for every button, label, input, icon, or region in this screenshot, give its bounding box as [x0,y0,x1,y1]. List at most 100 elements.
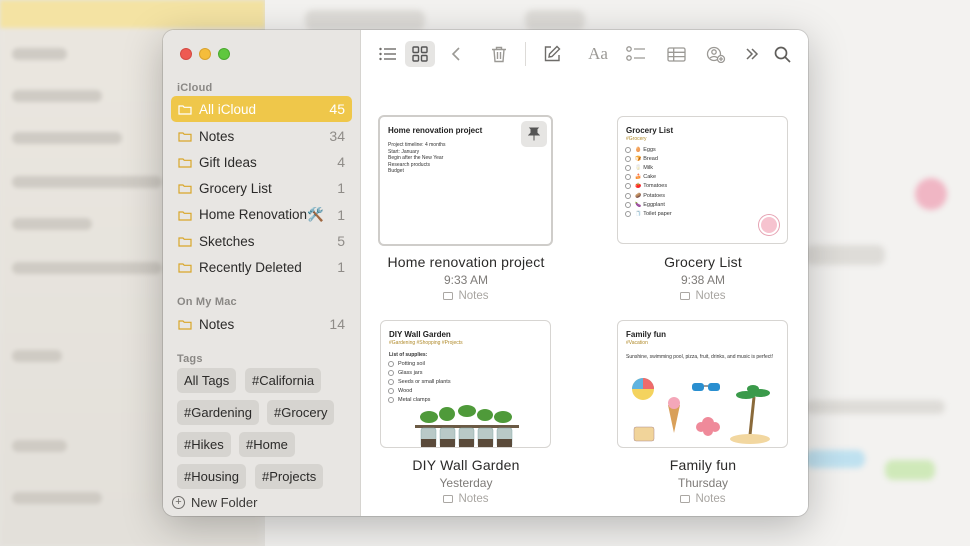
folder-icon [178,210,192,221]
note-card-family-fun[interactable]: Family fun #Vacation Sunshine, swimming … [617,320,788,448]
preview-title: Grocery List [626,126,674,135]
text-format-icon: Aa [588,44,608,63]
note-title: DIY Wall Garden [412,457,520,473]
pin-icon [528,127,540,141]
plant-jars-image [415,405,519,447]
note-card-grocery-list[interactable]: Grocery List #Grocery 🥚 Eggs 🍞 Bread 🥛 Milk… [617,116,788,244]
folder-icon [178,236,192,247]
folder-name: Recently Deleted [199,259,302,275]
tag-hikes[interactable]: #Hikes [177,432,231,457]
note-card-diy-wall-garden[interactable]: DIY Wall Garden #Gardening #Shopping #Pr… [380,320,551,448]
sidebar-item-mac-notes[interactable]: Notes 14 [171,311,352,337]
sidebar-item-sketches[interactable]: Sketches 5 [171,228,352,254]
new-folder-button[interactable]: + New Folder [172,495,257,510]
folder-icon [443,292,454,300]
folder-icon [443,495,454,503]
chevron-double-right-icon [746,48,759,60]
folder-count: 5 [337,233,345,249]
preview-list-title: List of supplies: [389,352,428,358]
toolbar-divider [525,42,526,66]
sidebar-item-home-renovation[interactable]: Home Renovation🛠️ 1 [171,202,352,228]
checklist-item: Wood [398,388,413,395]
preview-tags: #Grocery [626,136,647,142]
folder-name: Notes [199,128,235,144]
checklist-button[interactable] [621,41,651,67]
note-label-diy-wall-garden[interactable]: DIY Wall Garden Yesterday Notes [376,457,556,505]
note-title: Grocery List [664,254,742,270]
tag-all-tags[interactable]: All Tags [177,368,237,393]
tag-gardening[interactable]: #Gardening [177,400,259,425]
search-icon [774,46,791,63]
note-folder-name: Notes [695,290,726,302]
note-folder-name: Notes [695,493,726,505]
minimize-button[interactable] [199,48,211,60]
preview-checklist: Potting soil Glass jars Seeds or small p… [388,359,451,405]
note-folder: Notes [613,290,793,302]
note-title: Family fun [669,457,737,473]
compose-button[interactable] [537,41,567,67]
checklist-item: Bread [643,155,658,162]
folder-count: 1 [337,259,345,275]
folder-name: Sketches [199,233,255,249]
format-button[interactable]: Aa [583,41,613,67]
sidebar: iCloud All iCloud 45 Notes 34 Gift Ideas… [163,30,361,516]
more-button[interactable] [737,41,767,67]
folder-name: Home Renovation🛠️ [199,207,324,222]
note-label-home-renovation[interactable]: Home renovation project 9:33 AM Notes [376,254,556,302]
checklist-item: Tomatoes [643,183,668,190]
preview-line: Project timeline: 4 months [388,142,446,148]
note-folder-name: Notes [458,290,489,302]
note-card-home-renovation[interactable]: Home renovation project Project timeline… [378,115,553,246]
sidebar-item-grocery-list[interactable]: Grocery List 1 [171,175,352,201]
sidebar-item-all-icloud[interactable]: All iCloud 45 [171,96,352,122]
section-label-on-my-mac: On My Mac [177,296,237,308]
folder-name: Grocery List [199,180,272,196]
pin-button[interactable] [521,121,547,147]
tag-california[interactable]: #California [245,368,322,393]
share-collaborate-icon [706,46,726,63]
checklist-icon [626,46,645,61]
checklist-item: Milk [643,164,654,171]
table-button[interactable] [661,41,691,67]
folder-icon [178,319,192,330]
folder-count: 45 [329,101,345,117]
gallery-view-button[interactable] [405,41,435,67]
sticker-avatar-icon [759,215,779,235]
collaborate-button[interactable] [701,41,731,67]
sidebar-item-recently-deleted[interactable]: Recently Deleted 1 [171,254,352,280]
tag-grocery[interactable]: #Grocery [267,400,335,425]
preview-body: Sunshine, swimming pool, pizza, fruit, d… [626,354,774,360]
notes-gallery: Aa Home renovation project Project timel… [361,30,808,516]
folder-count: 1 [337,180,345,196]
zoom-button[interactable] [218,48,230,60]
note-folder: Notes [613,493,793,505]
close-button[interactable] [180,48,192,60]
checklist-item: Eggplant [643,201,665,208]
note-title: Home renovation project [387,254,545,270]
checklist-item: Seeds or small plants [398,378,451,385]
delete-button[interactable] [484,41,514,67]
sidebar-item-gift-ideas[interactable]: Gift Ideas 4 [171,149,352,175]
folder-count: 4 [337,154,345,170]
note-label-grocery-list[interactable]: Grocery List 9:38 AM Notes [613,254,793,302]
folder-count: 1 [337,207,345,223]
note-time: Yesterday [439,476,493,490]
note-label-family-fun[interactable]: Family fun Thursday Notes [613,457,793,505]
tag-projects[interactable]: #Projects [255,464,324,489]
back-button[interactable] [441,41,471,67]
tag-home[interactable]: #Home [239,432,295,457]
sidebar-item-notes[interactable]: Notes 34 [171,123,352,149]
search-button[interactable] [767,41,797,67]
note-folder: Notes [376,290,556,302]
note-time: Thursday [677,476,729,490]
preview-title: Home renovation project [388,126,483,135]
tag-housing[interactable]: #Housing [177,464,246,489]
folder-icon [178,262,192,273]
folder-count: 34 [329,128,345,144]
list-view-button[interactable] [373,41,403,67]
preview-checklist: 🥚 Eggs 🍞 Bread 🥛 Milk 🍰 Cake 🍅 Tomatoes 🥔 Pota… [625,145,672,219]
notes-window: iCloud All iCloud 45 Notes 34 Gift Ideas… [163,30,808,516]
note-folder-name: Notes [458,493,489,505]
checklist-item: Toilet paper [643,210,672,217]
preview-title: DIY Wall Garden [389,330,451,339]
